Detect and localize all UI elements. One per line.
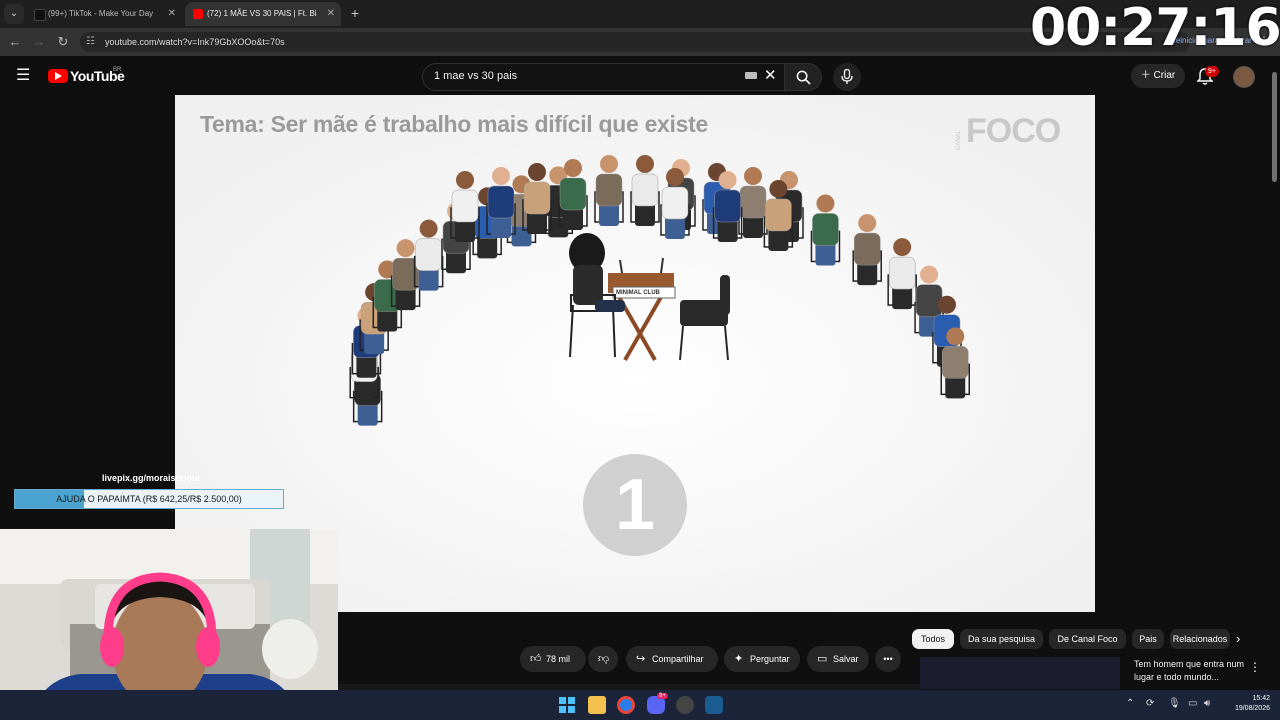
close-tab-icon[interactable]: ✕ <box>168 2 176 26</box>
search-button[interactable] <box>784 63 822 91</box>
menu-icon[interactable]: ☰ <box>16 68 32 84</box>
windows-taskbar <box>0 690 1280 720</box>
sparkle-icon: ✦ <box>734 653 744 665</box>
like-count: 78 mil <box>546 654 571 664</box>
tiktok-icon <box>34 9 46 21</box>
dislike-button[interactable]: 👎︎ <box>588 646 618 672</box>
channel-brand-prefix: CANAL <box>956 129 962 150</box>
clear-search-icon[interactable]: ✕ <box>764 66 777 84</box>
chevron-right-icon[interactable]: › <box>1236 631 1240 646</box>
clock-time: 15:42 <box>1252 695 1270 702</box>
microphone-tray-icon[interactable]: 🎙︎ <box>1168 698 1181 709</box>
chip-da-sua-pesquisa[interactable]: Da sua pesquisa <box>960 629 1043 649</box>
search-icon <box>796 70 811 85</box>
create-label: Criar <box>1153 70 1176 81</box>
recommendation-thumbnail[interactable] <box>920 657 1120 689</box>
notification-badge: 9+ <box>1205 66 1219 77</box>
microphone-icon <box>841 69 853 84</box>
save-label: Salvar <box>833 654 859 664</box>
recommendation-menu-icon[interactable]: ⋮ <box>1249 660 1261 674</box>
new-tab-button[interactable]: + <box>346 4 364 22</box>
table-sign: MINIMAL CLUB <box>616 290 660 296</box>
share-button[interactable]: ↪ Compartilhar <box>626 646 718 672</box>
round-number: 1 <box>614 465 656 545</box>
account-avatar[interactable] <box>1233 66 1255 88</box>
share-icon: ↪ <box>636 653 646 665</box>
obs-icon[interactable] <box>676 696 694 714</box>
voice-search-button[interactable] <box>833 63 861 91</box>
chip-todos[interactable]: Todos <box>912 629 954 649</box>
steam-icon[interactable] <box>705 696 723 714</box>
recommendation-title[interactable]: Tem homem que entra num lugar e todo mun… <box>1134 658 1254 684</box>
tray-expand-icon[interactable]: ⌃ <box>1126 698 1134 709</box>
tab-tiktok[interactable]: (99+) TikTok - Make Your Day ✕ <box>26 2 182 26</box>
forward-button[interactable]: → <box>30 33 48 51</box>
tab-youtube-video[interactable]: (72) 1 MÃE VS 30 PAIS | Ft. Bia Bonemer … <box>185 2 341 26</box>
tab-search-menu-button[interactable]: ⌄ <box>4 4 24 24</box>
clock-date: 19/08/2026 <box>1234 705 1270 712</box>
search-query[interactable]: 1 mae vs 30 pais <box>434 70 517 82</box>
create-button[interactable]: ＋ Criar <box>1131 64 1185 88</box>
taskbar-clock[interactable]: 15:42 19/08/2026 <box>1224 694 1270 714</box>
close-tab-icon[interactable]: ✕ <box>327 2 335 26</box>
tab-label: (99+) TikTok - Make Your Day <box>48 9 154 18</box>
ask-label: Perguntar <box>750 654 790 664</box>
region-code: BR <box>113 67 122 73</box>
bookmark-icon: ▭ <box>817 653 828 665</box>
chip-relacionados[interactable]: Relacionados <box>1170 629 1230 649</box>
tray-app-icon[interactable]: ⟳ <box>1146 698 1154 709</box>
like-button[interactable]: 👍︎ 78 mil <box>520 646 586 672</box>
chrome-icon[interactable] <box>617 696 635 714</box>
save-button[interactable]: ▭ Salvar <box>807 646 869 672</box>
windows-start-icon[interactable] <box>558 696 576 714</box>
share-label: Compartilhar <box>652 654 704 664</box>
back-button[interactable]: ← <box>6 33 24 51</box>
tab-label: (72) 1 MÃE VS 30 PAIS | Ft. Bia Bonemer <box>207 9 317 18</box>
chip-pais[interactable]: Pais <box>1132 629 1164 649</box>
thumbs-up-icon: 👍︎ <box>530 653 542 665</box>
plus-icon: ＋ <box>1140 70 1154 81</box>
video-title-overlay: Tema: Ser mãe é trabalho mais difícil qu… <box>200 111 708 137</box>
site-info-icon[interactable]: ☷ <box>86 36 95 47</box>
scrollbar-thumb[interactable] <box>1272 72 1277 182</box>
file-explorer-icon[interactable] <box>588 696 606 714</box>
chip-de-canal-foco[interactable]: De Canal Foco <box>1049 629 1126 649</box>
discord-badge: 9+ <box>657 693 668 699</box>
stream-timer: 00:27:16 <box>1030 0 1280 58</box>
network-icon[interactable]: ▭ <box>1188 698 1197 709</box>
keyboard-icon[interactable] <box>745 72 757 79</box>
youtube-tab-icon <box>193 9 203 19</box>
youtube-logo-icon[interactable] <box>48 69 68 83</box>
more-actions-button[interactable]: ••• <box>875 646 901 672</box>
donation-goal-text: AJUDA O PAPAIMTA (R$ 642,25/R$ 2.500,00) <box>56 494 242 504</box>
volume-icon[interactable]: 🔊︎ <box>1204 698 1210 709</box>
livepix-url: livepix.gg/moraisnnote <box>102 473 201 483</box>
thumbs-down-icon: 👎︎ <box>598 653 610 665</box>
url-text[interactable]: youtube.com/watch?v=Ink79GbXOOo&t=70s <box>105 37 285 47</box>
ask-button[interactable]: ✦ Perguntar <box>724 646 800 672</box>
reload-button[interactable]: ↻ <box>54 33 72 51</box>
channel-brand-logo: FOCO <box>966 112 1061 150</box>
more-icon: ••• <box>883 654 893 664</box>
